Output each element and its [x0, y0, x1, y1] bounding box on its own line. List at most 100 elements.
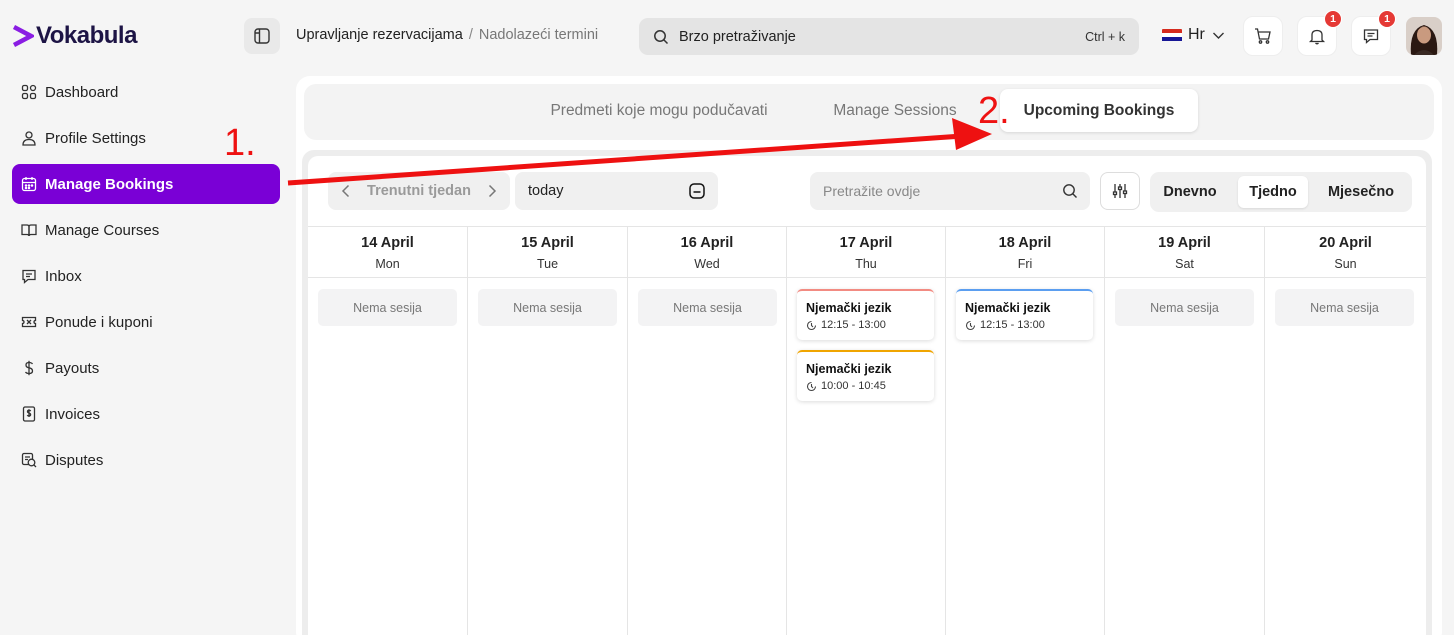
event-time: 12:15 - 13:00 [806, 319, 934, 331]
sidebar-item-manage-bookings[interactable]: Manage Bookings [12, 164, 280, 204]
day-column: 20 April Sun Nema sesija [1265, 227, 1426, 635]
sidebar-item-label: Profile Settings [45, 129, 146, 147]
chevron-left-icon[interactable] [340, 184, 352, 198]
event-time: 12:15 - 13:00 [965, 319, 1093, 331]
search-icon [1063, 184, 1077, 198]
quick-search-placeholder: Brzo pretraživanje [679, 28, 796, 45]
search-icon [654, 29, 669, 44]
sidebar-item-inbox[interactable]: Inbox [12, 256, 280, 296]
calendar-container: Trenutni tjedan today Pretražite ovdje D… [302, 150, 1432, 635]
event-time-range: 12:15 - 13:00 [980, 319, 1045, 331]
sidebar-toggle-button[interactable] [244, 18, 280, 54]
dispute-icon [21, 452, 37, 468]
sidebar-item-payouts[interactable]: Payouts [12, 348, 280, 388]
sidebar-item-invoices[interactable]: Invoices [12, 394, 280, 434]
sliders-icon [1112, 184, 1128, 198]
croatia-flag-icon [1162, 28, 1182, 42]
messages-button[interactable]: 1 [1351, 10, 1396, 56]
breadcrumb: Upravljanje rezervacijama / Nadolazeći ter… [296, 27, 598, 43]
sidebar-item-profile-settings[interactable]: Profile Settings [12, 118, 280, 158]
day-column: 19 April Sat Nema sesija [1105, 227, 1265, 635]
layout-panel-icon [254, 28, 270, 44]
message-icon [21, 268, 37, 284]
week-navigator: Trenutni tjedan [328, 172, 510, 210]
day-column: 18 April Fri Njemački jezik 12:15 - 13:0… [946, 227, 1105, 635]
view-weekly[interactable]: Tjedno [1238, 176, 1308, 208]
booking-event[interactable]: Njemački jezik 12:15 - 13:00 [797, 289, 934, 340]
coupon-icon [21, 314, 37, 330]
clock-icon [806, 381, 817, 391]
week-grid: 14 April Mon Nema sesija 15 April Tue Ne… [308, 226, 1426, 635]
main-panel: Predmeti koje mogu podučavati Manage Ses… [296, 76, 1442, 635]
calendar-search-input[interactable]: Pretražite ovdje [810, 172, 1090, 210]
breadcrumb-current[interactable]: Upravljanje rezervacijama [296, 27, 463, 43]
brand-logo[interactable]: Vokabula [12, 22, 137, 50]
bell-icon [1308, 29, 1326, 45]
chat-icon [1363, 29, 1379, 44]
sidebar-item-label: Invoices [45, 405, 101, 423]
language-selector[interactable]: Hr [1162, 26, 1225, 44]
notifications-button[interactable]: 1 [1297, 10, 1342, 56]
avatar[interactable] [1406, 17, 1442, 55]
invoice-icon [21, 406, 37, 422]
logo-chevron-icon [12, 25, 34, 47]
view-switcher: Dnevno Tjedno Mjesečno [1150, 172, 1412, 212]
day-date: 14 April [361, 235, 414, 251]
sidebar-item-label: Dashboard [45, 83, 119, 101]
day-weekday: Mon [375, 257, 400, 271]
search-shortcut: Ctrl + k [1085, 29, 1125, 44]
event-title: Njemački jezik [806, 362, 892, 376]
day-date: 19 April [1158, 235, 1211, 251]
language-code: Hr [1188, 26, 1205, 43]
tab-teachable-subjects[interactable]: Predmeti koje mogu podučavati [524, 89, 794, 132]
cart-button[interactable] [1243, 16, 1283, 56]
tab-upcoming-bookings[interactable]: Upcoming Bookings [1000, 89, 1198, 132]
sidebar-item-label: Payouts [45, 359, 100, 377]
event-time-range: 10:00 - 10:45 [821, 380, 886, 392]
no-sessions-placeholder: Nema sesija [478, 289, 617, 326]
day-header: 20 April Sun [1265, 227, 1426, 278]
chevron-right-icon[interactable] [486, 184, 498, 198]
calendar-panel: Trenutni tjedan today Pretražite ovdje D… [308, 156, 1426, 635]
day-date: 20 April [1319, 235, 1372, 251]
day-header: 16 April Wed [628, 227, 786, 278]
sidebar-item-label: Manage Courses [45, 221, 160, 239]
breadcrumb-sub: Nadolazeći termini [478, 27, 599, 43]
quick-search-input[interactable]: Brzo pretraživanje Ctrl + k [639, 18, 1139, 55]
day-weekday: Fri [1017, 257, 1033, 271]
sidebar-item-offers-coupons[interactable]: Ponude i kuponi [12, 302, 280, 342]
day-column: 16 April Wed Nema sesija [628, 227, 787, 635]
event-title: Njemački jezik [806, 301, 892, 315]
tab-manage-sessions[interactable]: Manage Sessions [810, 89, 980, 132]
chevron-down-icon [1212, 32, 1224, 39]
day-weekday: Thu [855, 257, 877, 271]
day-column: 15 April Tue Nema sesija [468, 227, 628, 635]
sidebar-item-dashboard[interactable]: Dashboard [12, 72, 280, 112]
book-icon [21, 222, 37, 238]
date-picker-input[interactable]: today [515, 172, 718, 210]
event-time-range: 12:15 - 13:00 [821, 319, 886, 331]
no-sessions-placeholder: Nema sesija [1275, 289, 1414, 326]
day-header: 18 April Fri [946, 227, 1104, 278]
day-date: 16 April [680, 235, 734, 251]
sidebar-item-label: Ponude i kuponi [45, 313, 153, 331]
notifications-badge: 1 [1324, 10, 1342, 28]
sidebar-item-manage-courses[interactable]: Manage Courses [12, 210, 280, 250]
day-header: 19 April Sat [1105, 227, 1264, 278]
brand-name: Vokabula [36, 22, 137, 49]
breadcrumb-separator: / [468, 27, 473, 43]
filter-button[interactable] [1100, 172, 1140, 210]
sidebar-nav: Dashboard Profile Settings Manage Bookin… [12, 72, 280, 486]
booking-event[interactable]: Njemački jezik 12:15 - 13:00 [956, 289, 1093, 340]
view-monthly[interactable]: Mjesečno [1316, 176, 1406, 208]
sidebar-item-disputes[interactable]: Disputes [12, 440, 280, 480]
event-time: 10:00 - 10:45 [806, 380, 934, 392]
day-weekday: Wed [694, 257, 720, 271]
booking-event[interactable]: Njemački jezik 10:00 - 10:45 [797, 350, 934, 401]
day-date: 15 April [521, 235, 574, 251]
day-column: 17 April Thu Njemački jezik 12:15 - 13:0… [787, 227, 946, 635]
day-date: 18 April [998, 235, 1052, 251]
no-sessions-placeholder: Nema sesija [638, 289, 777, 326]
calendar-icon [21, 176, 37, 192]
view-daily[interactable]: Dnevno [1154, 176, 1226, 208]
